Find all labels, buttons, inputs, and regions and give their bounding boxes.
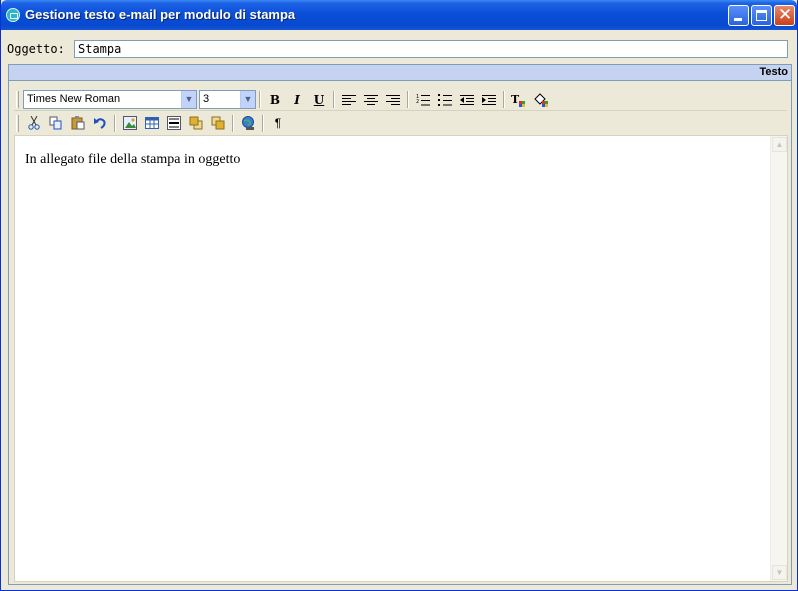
app-icon	[6, 8, 20, 22]
maximize-button[interactable]	[751, 5, 772, 26]
font-family-value: Times New Roman	[27, 93, 121, 105]
format-toolbar: Times New Roman ▼ 3 ▼ B I U 12 T	[14, 89, 787, 111]
toolbar-separator	[503, 91, 505, 108]
insert-image-button[interactable]	[119, 113, 141, 133]
paste-icon	[71, 116, 85, 130]
undo-icon	[94, 118, 106, 129]
send-backward-icon	[211, 116, 225, 130]
outdent-button[interactable]	[456, 90, 478, 110]
paste-button[interactable]	[67, 113, 89, 133]
close-icon: ✕	[778, 5, 793, 24]
table-icon	[145, 117, 159, 129]
minimize-icon	[734, 18, 742, 21]
window-title: Gestione testo e-mail per modulo di stam…	[25, 7, 296, 22]
send-backward-button[interactable]	[207, 113, 229, 133]
insert-link-button[interactable]	[237, 113, 259, 133]
indent-button[interactable]	[478, 90, 500, 110]
cut-button[interactable]	[23, 113, 45, 133]
unordered-list-button[interactable]	[434, 90, 456, 110]
subject-label: Oggetto:	[7, 42, 65, 56]
pilcrow-icon: ¶	[274, 116, 282, 130]
scroll-down-icon[interactable]: ▼	[772, 565, 787, 580]
outdent-icon	[460, 94, 474, 105]
svg-text:T: T	[511, 93, 520, 106]
editor-content[interactable]: In allegato file della stampa in oggetto	[25, 152, 240, 168]
close-button[interactable]: ✕	[774, 5, 795, 26]
toolbar-separator	[262, 114, 264, 132]
font-size-select[interactable]: 3 ▼	[199, 90, 256, 109]
chevron-down-icon[interactable]: ▼	[181, 91, 196, 108]
toolbar-separator	[114, 114, 116, 132]
chevron-down-icon[interactable]: ▼	[240, 91, 255, 108]
toolbar-grip[interactable]	[16, 91, 19, 108]
align-center-icon	[364, 94, 378, 105]
toolbar-separator	[259, 91, 261, 108]
edit-toolbar: ¶	[14, 112, 787, 134]
copy-icon	[49, 116, 62, 130]
insert-table-button[interactable]	[141, 113, 163, 133]
text-color-icon: T	[511, 93, 525, 107]
bring-forward-button[interactable]	[185, 113, 207, 133]
svg-text:2: 2	[416, 99, 419, 105]
highlight-color-button[interactable]	[530, 90, 552, 110]
ordered-list-button[interactable]: 12	[412, 90, 434, 110]
show-formatting-button[interactable]: ¶	[267, 113, 289, 133]
title-bar[interactable]: Gestione testo e-mail per modulo di stam…	[1, 0, 797, 30]
align-left-icon	[342, 94, 356, 105]
highlight-color-icon	[534, 92, 548, 107]
toolbar-separator	[232, 114, 234, 132]
undo-button[interactable]	[89, 113, 111, 133]
horizontal-rule-icon	[167, 116, 181, 130]
align-left-button[interactable]	[338, 90, 360, 110]
maximize-icon	[756, 10, 767, 21]
toolbar-grip[interactable]	[16, 114, 19, 132]
rich-text-editor[interactable]: In allegato file della stampa in oggetto…	[14, 135, 788, 582]
font-family-select[interactable]: Times New Roman ▼	[23, 90, 197, 109]
email-text-dialog: Gestione testo e-mail per modulo di stam…	[0, 0, 798, 591]
vertical-scrollbar[interactable]: ▲ ▼	[770, 136, 787, 581]
minimize-button[interactable]	[728, 5, 749, 26]
unordered-list-icon	[438, 93, 452, 106]
text-panel: Testo Times New Roman ▼ 3 ▼ B I U 1 2 T …	[8, 64, 792, 585]
cut-icon	[28, 116, 40, 130]
align-right-button[interactable]	[382, 90, 404, 110]
align-right-icon	[386, 94, 400, 105]
text-color-button[interactable]: T	[508, 90, 530, 110]
toolbar-separator	[407, 91, 409, 108]
italic-button[interactable]: I	[286, 90, 308, 110]
horizontal-rule-button[interactable]	[163, 113, 185, 133]
image-icon	[123, 116, 137, 130]
bold-button[interactable]: B	[264, 90, 286, 110]
bring-forward-icon	[189, 116, 203, 130]
underline-button[interactable]: U	[308, 90, 330, 110]
font-size-value: 3	[203, 93, 210, 105]
copy-button[interactable]	[45, 113, 67, 133]
subject-input[interactable]	[74, 40, 788, 58]
link-icon	[242, 116, 254, 130]
indent-icon	[482, 94, 496, 105]
ordered-list-icon: 12	[416, 94, 430, 105]
align-center-button[interactable]	[360, 90, 382, 110]
scroll-up-icon[interactable]: ▲	[772, 137, 787, 152]
panel-header: Testo	[9, 65, 791, 81]
toolbar-separator	[333, 91, 335, 108]
